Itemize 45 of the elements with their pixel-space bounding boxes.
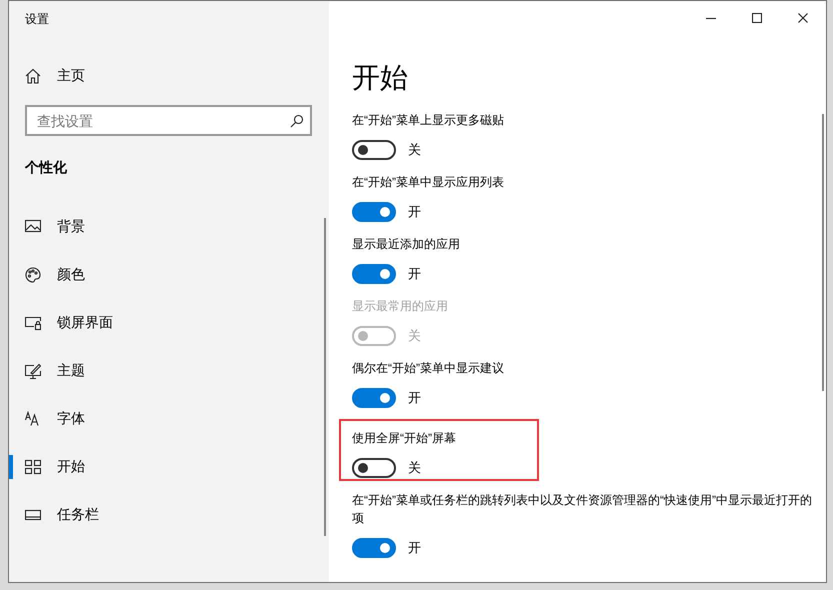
- section-heading: 个性化: [25, 159, 68, 177]
- toggle-state: 开: [408, 265, 421, 283]
- search-field[interactable]: 查找设置: [25, 105, 312, 136]
- palette-icon: [25, 267, 41, 283]
- toggle-switch[interactable]: [352, 202, 396, 222]
- sidebar-item[interactable]: 锁屏界面: [57, 314, 113, 332]
- page-heading: 开始: [352, 61, 409, 95]
- window-title: 设置: [25, 11, 50, 27]
- close-icon[interactable]: [798, 13, 808, 23]
- toggle-switch[interactable]: [352, 140, 396, 160]
- sidebar-item[interactable]: 背景: [57, 218, 85, 236]
- sidebar-item[interactable]: 颜色: [57, 266, 85, 284]
- font-size-icon: [25, 411, 41, 427]
- toggle-state: 开: [408, 203, 421, 221]
- setting-label: 在“开始”菜单或任务栏的跳转列表中以及文件资源管理器的“快速使用”中显示最近打开的项: [352, 492, 813, 527]
- setting-label: 使用全屏“开始”屏幕: [352, 430, 457, 447]
- sidebar-item[interactable]: 任务栏: [57, 506, 99, 524]
- maximize-icon[interactable]: [752, 13, 762, 23]
- picture-icon: [25, 219, 41, 235]
- toggle-switch[interactable]: [352, 264, 396, 284]
- home-link[interactable]: 主页: [57, 67, 85, 85]
- sidebar-item[interactable]: 主题: [57, 362, 85, 380]
- setting-label: 在“开始”菜单中显示应用列表: [352, 174, 505, 191]
- home-icon: [25, 68, 41, 84]
- sidebar-item[interactable]: 开始: [57, 458, 85, 476]
- toggle-switch[interactable]: [352, 458, 396, 478]
- toggle-switch[interactable]: [352, 388, 396, 408]
- setting-label: 偶尔在“开始”菜单中显示建议: [352, 360, 505, 377]
- toggle-state: 关: [408, 327, 421, 345]
- toggle-state: 开: [408, 539, 421, 557]
- setting-label: 在“开始”菜单上显示更多磁贴: [352, 112, 505, 129]
- scrollbar[interactable]: [822, 114, 824, 391]
- sidebar-item[interactable]: 字体: [57, 410, 85, 428]
- toggle-state: 关: [408, 141, 421, 159]
- scrollbar[interactable]: [324, 218, 326, 536]
- setting-label: 显示最常用的应用: [352, 298, 449, 315]
- tiles-icon: [25, 459, 41, 475]
- toggle-state: 关: [408, 459, 421, 477]
- setting-label: 显示最近添加的应用: [352, 236, 461, 253]
- toggle-switch[interactable]: [352, 538, 396, 558]
- screen-lock-icon: [25, 315, 41, 331]
- taskbar-icon: [25, 507, 41, 523]
- toggle-state: 开: [408, 389, 421, 407]
- search-icon: [290, 114, 304, 128]
- monitor-brush-icon: [25, 363, 41, 379]
